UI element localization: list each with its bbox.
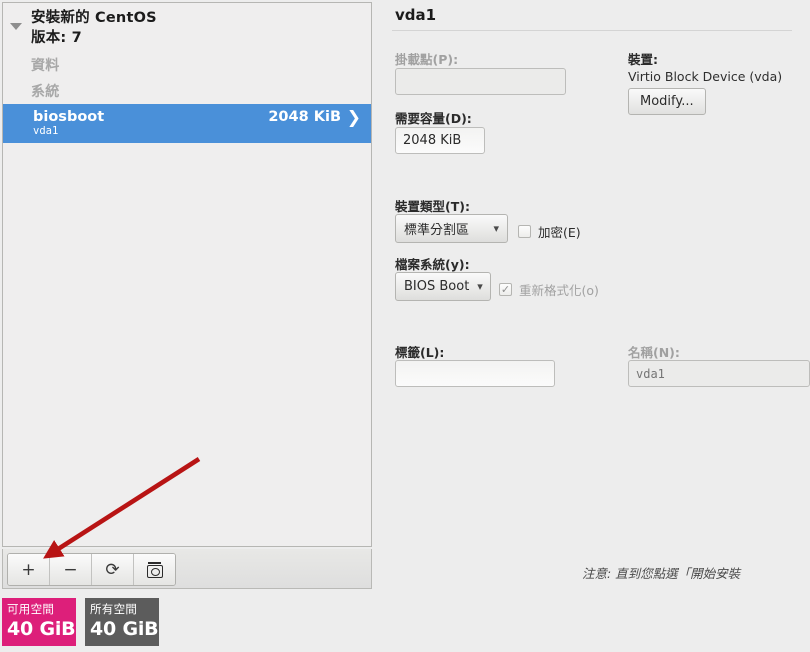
file-system-value: BIOS Boot (404, 279, 469, 294)
label-field-label: 標籤(L): (395, 342, 444, 361)
partition-toolbar: + − ⟳ (2, 549, 372, 589)
available-space-value: 40 GiB (7, 617, 76, 641)
partition-size: 2048 KiB (268, 109, 341, 125)
mountpoint-label: 掛載點(P): (395, 49, 458, 68)
reset-partition-button[interactable]: ⟳ (92, 554, 134, 585)
modify-device-button[interactable]: Modify... (628, 88, 706, 115)
configure-storage-button[interactable] (134, 554, 175, 585)
section-header-system: 系統 (3, 78, 371, 104)
group-title-line2: 版本: 7 (31, 29, 371, 49)
add-partition-button[interactable]: + (8, 554, 50, 585)
chevron-down-icon: ▾ (493, 223, 499, 234)
chevron-right-icon[interactable]: ❯ (347, 111, 361, 125)
file-system-label: 檔案系統(y): (395, 254, 470, 273)
desired-capacity-input[interactable] (395, 127, 485, 154)
encrypt-label: 加密(E) (538, 222, 581, 241)
reformat-checkbox-box: ✓ (499, 283, 512, 296)
partition-list[interactable]: 安裝新的 CentOS 版本: 7 資料 系統 biosboot vda1 20… (2, 2, 372, 547)
disk-configure-icon (147, 562, 163, 577)
name-input[interactable] (628, 360, 810, 387)
device-type-label: 裝置類型(T): (395, 196, 470, 215)
partition-row-biosboot[interactable]: biosboot vda1 2048 KiB ❯ (3, 104, 371, 143)
device-label: 裝置: (628, 49, 658, 68)
name-field-label: 名稱(N): (628, 342, 680, 361)
partition-detail-panel: vda1 掛載點(P): 需要容量(D): 裝置類型(T): 標準分割區 ▾ 加… (382, 0, 810, 652)
device-value: Virtio Block Device (vda) (628, 69, 782, 84)
capacity-summary: 可用空間 40 GiB 所有空間 40 GiB (2, 598, 159, 646)
reformat-checkbox[interactable]: ✓ 重新格式化(o) (499, 280, 599, 299)
total-space-label: 所有空間 (90, 602, 159, 617)
section-header-data: 資料 (3, 52, 371, 78)
reformat-label: 重新格式化(o) (519, 280, 599, 299)
device-type-combo[interactable]: 標準分割區 ▾ (395, 214, 508, 243)
file-system-combo[interactable]: BIOS Boot ▾ (395, 272, 491, 301)
partition-toolbar-buttons: + − ⟳ (7, 553, 176, 586)
partition-device: vda1 (33, 125, 361, 138)
available-space-badge: 可用空間 40 GiB (2, 598, 76, 646)
label-input[interactable] (395, 360, 555, 387)
total-space-badge: 所有空間 40 GiB (85, 598, 159, 646)
installation-note: 注意: 直到您點選「開始安裝 (582, 563, 810, 582)
desired-capacity-label: 需要容量(D): (395, 108, 472, 127)
group-title-line1: 安裝新的 CentOS (31, 9, 371, 29)
triangle-down-icon[interactable] (10, 23, 22, 30)
partition-group-header[interactable]: 安裝新的 CentOS 版本: 7 (3, 3, 371, 52)
available-space-label: 可用空間 (7, 602, 76, 617)
mountpoint-input[interactable] (395, 68, 566, 95)
title-divider (392, 30, 792, 31)
chevron-down-icon: ▾ (477, 281, 483, 292)
remove-partition-button[interactable]: − (50, 554, 92, 585)
encrypt-checkbox-box (518, 225, 531, 238)
encrypt-checkbox[interactable]: 加密(E) (518, 222, 581, 241)
total-space-value: 40 GiB (90, 617, 159, 641)
partition-list-panel: 安裝新的 CentOS 版本: 7 資料 系統 biosboot vda1 20… (0, 0, 372, 590)
device-type-value: 標準分割區 (404, 219, 485, 238)
page-title: vda1 (395, 6, 436, 24)
